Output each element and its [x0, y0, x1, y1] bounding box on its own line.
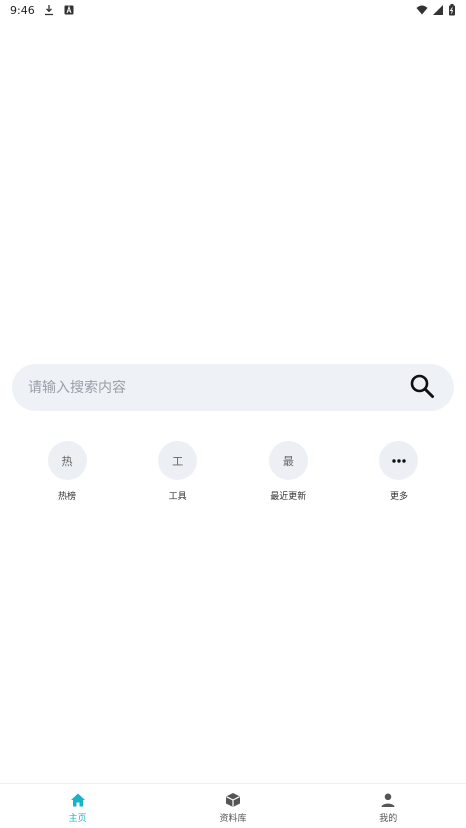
box-icon — [224, 791, 242, 809]
quick-item-tools[interactable]: 工 工具 — [123, 441, 233, 502]
hot-icon: 热 — [47, 441, 87, 480]
quick-icon-text: 工 — [172, 454, 184, 468]
nav-label-library: 资料库 — [219, 813, 247, 824]
download-icon — [43, 4, 55, 16]
quick-actions: 热 热榜 工 工具 最 最近更新 更多 — [0, 441, 466, 502]
quick-label-hot: 热榜 — [57, 492, 76, 502]
a-icon — [63, 4, 75, 16]
quick-icon-text: 热 — [61, 454, 73, 468]
quick-item-recent-updates[interactable]: 最 最近更新 — [233, 441, 343, 502]
status-bar: 9:46 — [0, 0, 466, 20]
quick-item-more[interactable]: 更多 — [344, 441, 454, 502]
bottom-nav: 主页 资料库 我的 — [0, 783, 466, 828]
person-icon — [379, 791, 397, 809]
search-button[interactable] — [406, 372, 438, 404]
nav-label-mine: 我的 — [379, 813, 398, 824]
recent-icon: 最 — [268, 441, 308, 480]
quick-icon-text: 最 — [282, 454, 294, 468]
nav-item-home[interactable]: 主页 — [13, 789, 143, 824]
status-time: 9:46 — [10, 3, 35, 17]
screen: 9:46 请输入搜索内容 热 热榜 工 工具 最 最近更新 更多 主页 资料库 … — [0, 0, 466, 828]
nav-item-mine[interactable]: 我的 — [323, 789, 453, 824]
search-icon — [409, 373, 435, 403]
home-icon — [69, 791, 87, 809]
signal-icon — [432, 4, 444, 16]
search-bar — [12, 364, 454, 411]
more-dots-icon — [379, 441, 419, 480]
wifi-icon — [416, 4, 428, 16]
nav-label-home: 主页 — [68, 813, 87, 824]
status-left: 9:46 — [10, 4, 75, 17]
status-right — [416, 4, 456, 16]
quick-label-recent: 最近更新 — [270, 492, 307, 502]
search-input[interactable] — [28, 364, 406, 411]
quick-item-hot[interactable]: 热 热榜 — [12, 441, 122, 502]
quick-label-tools: 工具 — [168, 492, 187, 502]
quick-label-more: 更多 — [389, 492, 408, 502]
nav-item-library[interactable]: 资料库 — [168, 789, 298, 824]
battery-icon — [448, 4, 456, 16]
tools-icon: 工 — [158, 441, 198, 480]
